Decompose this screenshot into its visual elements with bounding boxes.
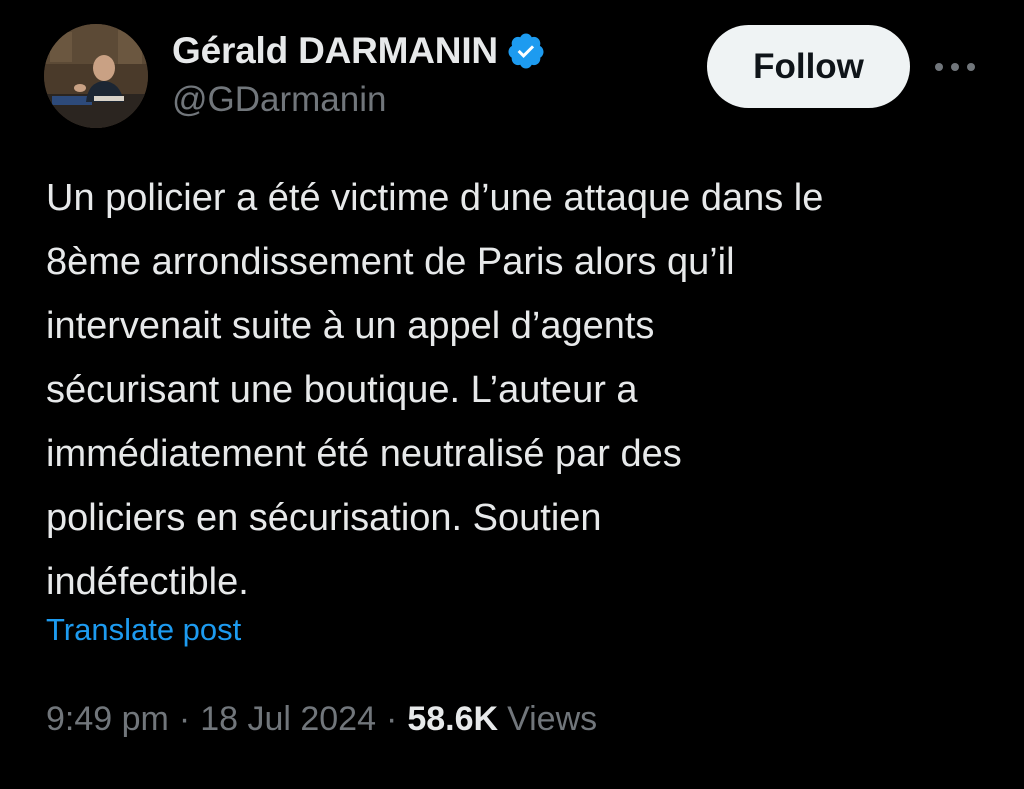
tweet: Gérald DARMANIN @GDarmanin Follow Un pol… <box>0 0 1024 789</box>
post-date[interactable]: 18 Jul 2024 <box>200 700 376 739</box>
author-display-name[interactable]: Gérald DARMANIN <box>172 30 498 72</box>
meta-separator: · <box>178 700 191 738</box>
author-name-row: Gérald DARMANIN <box>172 26 546 76</box>
post-time[interactable]: 9:49 pm <box>46 700 169 739</box>
author-handle[interactable]: @GDarmanin <box>172 80 386 120</box>
profile-photo-icon <box>44 24 148 128</box>
views-label[interactable]: Views <box>507 700 597 739</box>
translate-post-link[interactable]: Translate post <box>46 612 241 648</box>
meta-separator: · <box>386 700 398 738</box>
more-options-button[interactable] <box>932 52 978 82</box>
more-horizontal-icon <box>935 63 975 71</box>
verified-badge-icon[interactable] <box>506 31 546 71</box>
views-count[interactable]: 58.6K <box>407 700 498 739</box>
avatar[interactable] <box>44 24 148 128</box>
post-text: Un policier a été victime d’une attaque … <box>46 177 824 603</box>
follow-button[interactable]: Follow <box>707 25 910 108</box>
post-meta: 9:49 pm · 18 Jul 2024 · 58.6K Views <box>46 700 597 739</box>
